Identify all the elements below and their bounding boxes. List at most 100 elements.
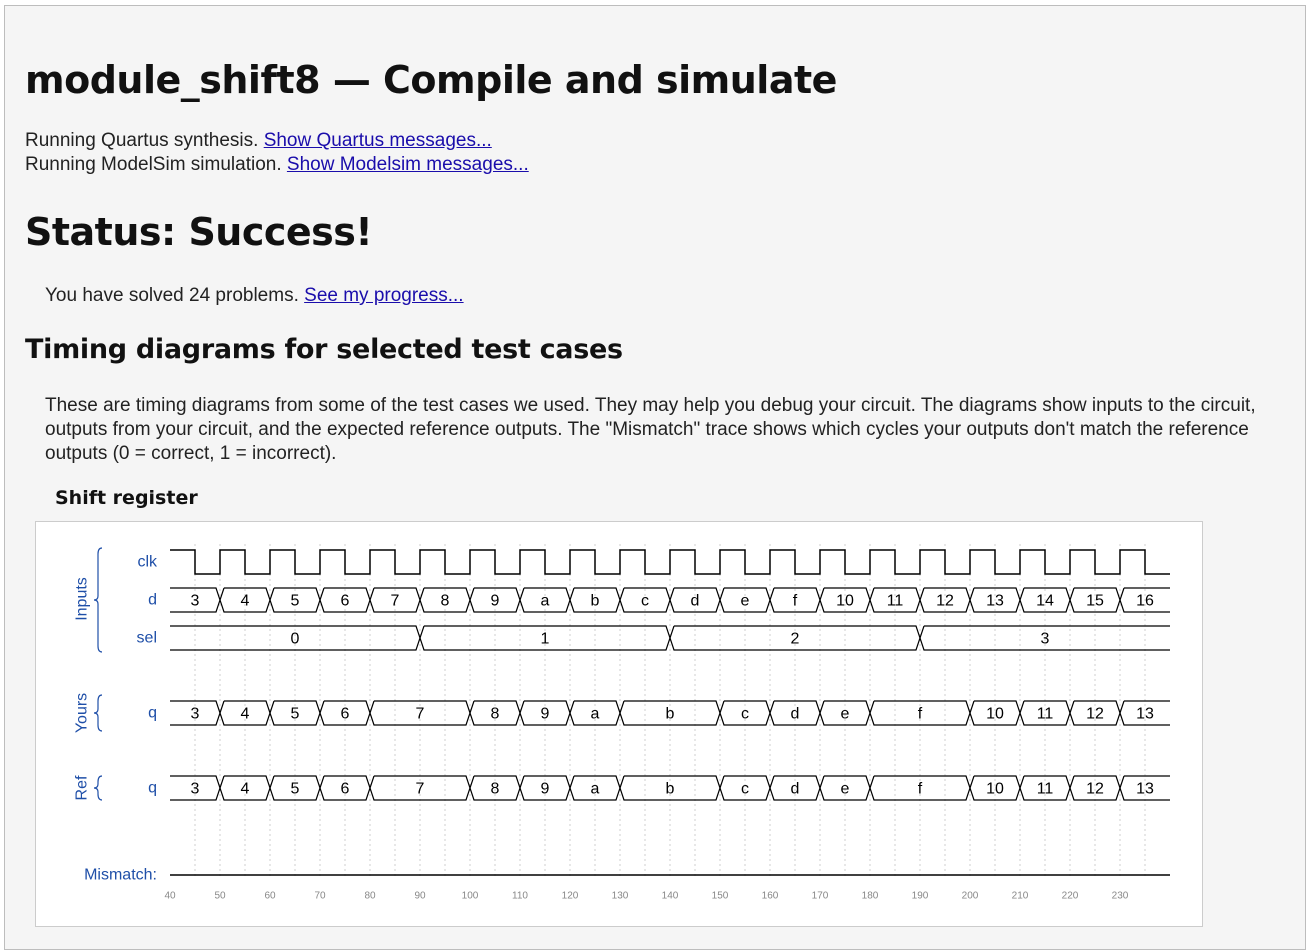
solved-count-line: You have solved 24 problems. See my prog… — [45, 285, 464, 307]
clk-trace — [170, 549, 1170, 575]
quartus-line: Running Quartus synthesis. Show Quartus … — [25, 129, 529, 153]
signal-label-clk: clk — [137, 554, 158, 571]
signal-label-sel: sel — [137, 630, 157, 647]
d-value: 15 — [1086, 593, 1104, 610]
time-tick-label: 230 — [1112, 891, 1129, 902]
d-value: 3 — [191, 593, 200, 610]
q-ref-value: a — [591, 781, 600, 798]
q-ref-value: d — [791, 781, 800, 798]
timing-description: These are timing diagrams from some of t… — [45, 395, 1256, 464]
d-value: 12 — [936, 593, 954, 610]
q-ref-value: 11 — [1037, 781, 1054, 798]
q-ref-value: 7 — [416, 781, 425, 798]
q-yours-value: 11 — [1037, 706, 1054, 723]
time-tick-label: 210 — [1012, 891, 1029, 902]
q-ref-value: f — [918, 781, 923, 798]
signal-label-mismatch: Mismatch: — [84, 867, 157, 884]
modelsim-line: Running ModelSim simulation. Show Models… — [25, 153, 529, 177]
q-yours-value: e — [841, 706, 850, 723]
q-ref-value: 10 — [986, 781, 1004, 798]
group-label-inputs: Inputs — [74, 577, 91, 621]
d-value: 13 — [986, 593, 1004, 610]
solved-count-text: You have solved 24 problems. — [45, 285, 299, 306]
d-value: 7 — [391, 593, 400, 610]
group-brace — [93, 694, 103, 732]
time-tick-label: 100 — [462, 891, 479, 902]
q-yours-value: 9 — [541, 706, 550, 723]
time-tick-label: 50 — [214, 891, 226, 902]
q-yours-value: 5 — [291, 706, 300, 723]
d-value: 16 — [1136, 593, 1154, 610]
group-label-ref: Ref — [74, 775, 91, 800]
d-value: 11 — [887, 593, 904, 610]
d-value: 6 — [341, 593, 350, 610]
q-ref-value: 8 — [491, 781, 500, 798]
time-tick-label: 180 — [862, 891, 879, 902]
page-title: module_shift8 — Compile and simulate — [25, 58, 837, 102]
d-value: 5 — [291, 593, 300, 610]
modelsim-status-text: Running ModelSim simulation. — [25, 154, 282, 175]
group-brace — [93, 547, 103, 653]
diagram-title: Shift register — [55, 487, 198, 509]
d-value: 14 — [1036, 593, 1054, 610]
q-yours-value: 13 — [1136, 706, 1154, 723]
d-value: a — [541, 593, 550, 610]
q-yours-value: f — [918, 706, 923, 723]
signal-label-d: d — [148, 592, 157, 609]
timing-diagrams-heading: Timing diagrams for selected test cases — [25, 334, 623, 365]
q-yours-value: d — [791, 706, 800, 723]
sel-value: 1 — [541, 631, 550, 648]
time-tick-label: 70 — [314, 891, 326, 902]
time-tick-label: 200 — [962, 891, 979, 902]
status-heading: Status: Success! — [25, 210, 373, 254]
q-yours-value: 10 — [986, 706, 1004, 723]
q-yours-value: 7 — [416, 706, 425, 723]
time-tick-label: 40 — [164, 891, 176, 902]
q-yours-value: 6 — [341, 706, 350, 723]
sel-value: 2 — [791, 631, 800, 648]
time-tick-label: 80 — [364, 891, 376, 902]
d-value: e — [741, 593, 750, 610]
q-ref-value: 9 — [541, 781, 550, 798]
q-ref-value: 6 — [341, 781, 350, 798]
d-value: 9 — [491, 593, 500, 610]
q-yours-value: b — [666, 706, 675, 723]
d-value: f — [793, 593, 798, 610]
timing-diagram-panel: 40 50 60 70 80 90 100 110 120 130 140 150 160 170 180 1… — [35, 521, 1203, 927]
show-quartus-messages-link[interactable]: Show Quartus messages... — [264, 130, 492, 151]
see-my-progress-link[interactable]: See my progress... — [304, 285, 463, 306]
time-tick-label: 90 — [414, 891, 426, 902]
q-ref-value: 5 — [291, 781, 300, 798]
time-tick-label: 150 — [712, 891, 729, 902]
time-tick-label: 170 — [812, 891, 829, 902]
time-tick-label: 130 — [612, 891, 629, 902]
timing-diagram: 40 50 60 70 80 90 100 110 120 130 140 150 160 170 180 1… — [74, 544, 1170, 902]
time-tick-label: 190 — [912, 891, 929, 902]
time-tick-label: 110 — [512, 891, 528, 902]
time-tick-label: 60 — [264, 891, 276, 902]
d-value: 8 — [441, 593, 450, 610]
time-tick-label: 160 — [762, 891, 779, 902]
time-tick-label: 120 — [562, 891, 579, 902]
sel-value: 3 — [1041, 631, 1050, 648]
time-tick-label: 140 — [662, 891, 679, 902]
q-yours-value: 8 — [491, 706, 500, 723]
d-value: d — [691, 593, 700, 610]
d-value: 10 — [836, 593, 854, 610]
q-yours-value: a — [591, 706, 600, 723]
quartus-status-text: Running Quartus synthesis. — [25, 130, 259, 151]
q-ref-value: b — [666, 781, 675, 798]
time-tick-label: 220 — [1062, 891, 1079, 902]
q-yours-value: c — [741, 706, 749, 723]
q-ref-value: c — [741, 781, 749, 798]
d-value: c — [641, 593, 649, 610]
show-modelsim-messages-link[interactable]: Show Modelsim messages... — [287, 154, 529, 175]
q-ref-value: 12 — [1086, 781, 1104, 798]
group-brace — [93, 775, 103, 801]
sel-value: 0 — [291, 631, 300, 648]
q-ref-value: 3 — [191, 781, 200, 798]
d-value: 4 — [241, 593, 250, 610]
q-ref-value: e — [841, 781, 850, 798]
q-ref-value: 4 — [241, 781, 250, 798]
group-label-yours: Yours — [74, 693, 91, 733]
